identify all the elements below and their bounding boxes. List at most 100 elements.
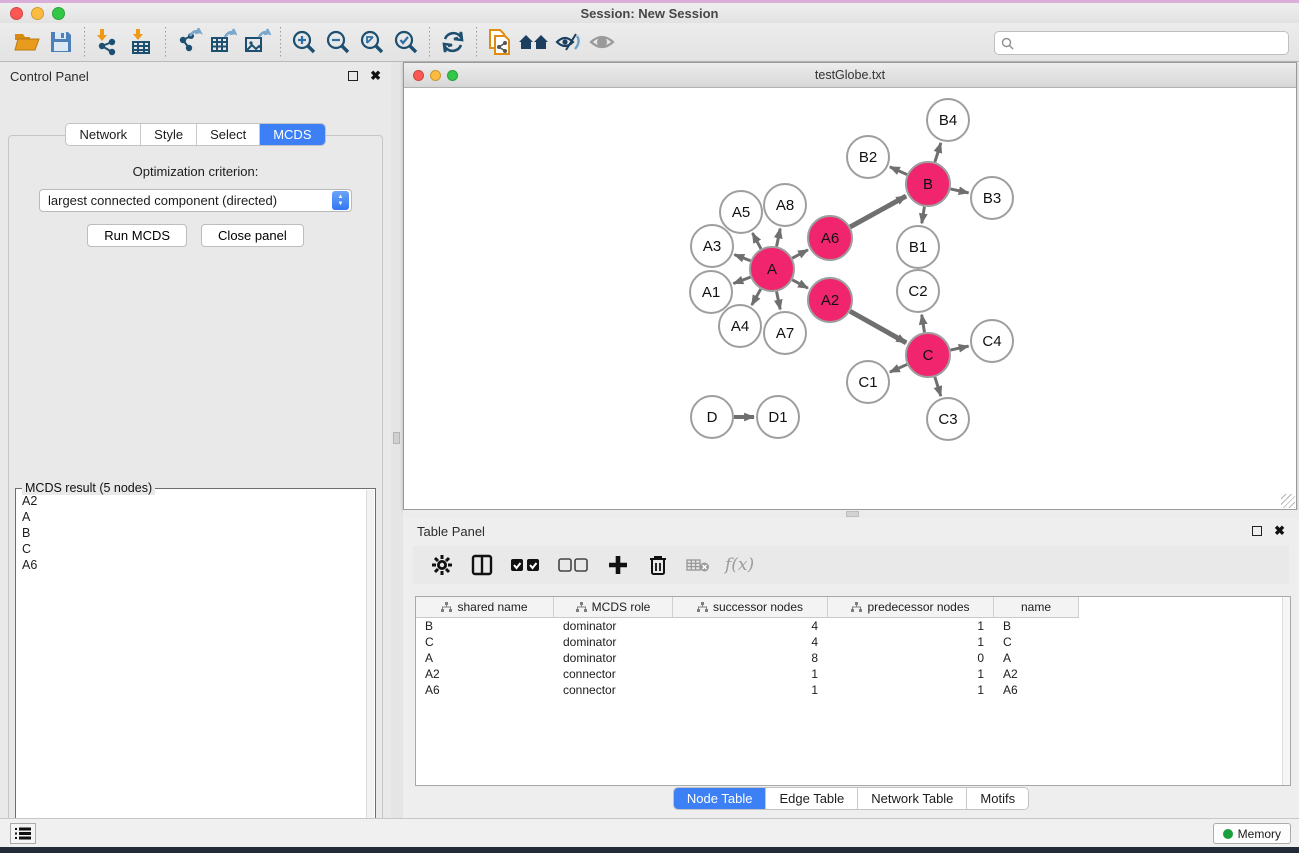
- save-session-icon[interactable]: [44, 26, 78, 58]
- divider-handle[interactable]: [846, 511, 859, 517]
- table-row[interactable]: Bdominator41B: [416, 618, 1079, 634]
- column-header-successor-nodes[interactable]: successor nodes: [673, 597, 828, 617]
- divider-handle[interactable]: [393, 432, 400, 444]
- vertical-split-divider[interactable]: [391, 62, 403, 818]
- run-mcds-button[interactable]: Run MCDS: [87, 224, 187, 247]
- table-scrollbar[interactable]: [1282, 597, 1290, 785]
- deselect-all-icon[interactable]: [557, 552, 591, 578]
- tab-select[interactable]: Select: [197, 124, 260, 145]
- edge-A-A7[interactable]: [777, 292, 781, 310]
- node-table[interactable]: shared nameMCDS rolesuccessor nodesprede…: [415, 596, 1291, 786]
- delete-column-icon[interactable]: [645, 552, 671, 578]
- graph-node-C1[interactable]: C1: [847, 361, 889, 403]
- table-row[interactable]: A2connector11A2: [416, 666, 1079, 682]
- export-network-icon[interactable]: [172, 26, 206, 58]
- edge-B-B4[interactable]: [935, 143, 941, 162]
- column-header-predecessor-nodes[interactable]: predecessor nodes: [828, 597, 994, 617]
- search-field[interactable]: [994, 31, 1289, 55]
- edge-A2-C[interactable]: [850, 311, 906, 343]
- export-image-icon[interactable]: [240, 26, 274, 58]
- graph-node-A1[interactable]: A1: [690, 271, 732, 313]
- edge-C-C2[interactable]: [922, 315, 925, 333]
- home-layout-icon[interactable]: [517, 26, 551, 58]
- mcds-result-item[interactable]: B: [22, 525, 366, 541]
- edge-C-C4[interactable]: [950, 346, 968, 350]
- settings-gear-icon[interactable]: [429, 552, 455, 578]
- mcds-result-item[interactable]: A2: [22, 493, 366, 509]
- function-builder-icon[interactable]: f(x): [725, 555, 754, 575]
- tab-network-table[interactable]: Network Table: [858, 788, 967, 809]
- graph-node-D[interactable]: D: [691, 396, 733, 438]
- graph-node-A4[interactable]: A4: [719, 305, 761, 347]
- tab-mcds[interactable]: MCDS: [260, 124, 324, 145]
- graph-node-A5[interactable]: A5: [720, 191, 762, 233]
- mcds-result-item[interactable]: C: [22, 541, 366, 557]
- graph-node-C[interactable]: C: [906, 333, 950, 377]
- graph-node-A[interactable]: A: [750, 247, 794, 291]
- graph-node-A7[interactable]: A7: [764, 312, 806, 354]
- zoom-in-icon[interactable]: [287, 26, 321, 58]
- delete-table-icon[interactable]: [685, 552, 711, 578]
- clone-network-icon[interactable]: [483, 26, 517, 58]
- graph-node-A2[interactable]: A2: [808, 278, 852, 322]
- edge-A-A5[interactable]: [752, 233, 761, 249]
- criterion-select[interactable]: largest connected component (directed) ▲…: [39, 189, 352, 212]
- network-canvas[interactable]: B4B2BB3B1A5A8A6A3AA1A4A7A2C2C4CC1C3DD1: [404, 88, 1296, 509]
- graph-node-B[interactable]: B: [906, 162, 950, 206]
- table-row[interactable]: Cdominator41C: [416, 634, 1079, 650]
- edge-C-C1[interactable]: [890, 364, 907, 372]
- graph-node-A3[interactable]: A3: [691, 225, 733, 267]
- edge-A-A6[interactable]: [792, 250, 808, 258]
- open-file-icon[interactable]: [10, 26, 44, 58]
- mcds-result-item[interactable]: A6: [22, 557, 366, 573]
- task-history-button[interactable]: [10, 823, 36, 844]
- edge-A-A8[interactable]: [777, 229, 781, 247]
- zoom-fit-icon[interactable]: [355, 26, 389, 58]
- window-resize-grip[interactable]: [1281, 494, 1295, 508]
- add-column-icon[interactable]: [605, 552, 631, 578]
- close-panel-button[interactable]: Close panel: [201, 224, 304, 247]
- edge-A-A2[interactable]: [792, 280, 808, 288]
- horizontal-split-divider[interactable]: [403, 510, 1299, 518]
- column-header-shared-name[interactable]: shared name: [416, 597, 554, 617]
- edge-A-A1[interactable]: [733, 277, 750, 283]
- column-header-MCDS-role[interactable]: MCDS role: [554, 597, 673, 617]
- edge-B-B3[interactable]: [950, 189, 968, 193]
- graph-node-A6[interactable]: A6: [808, 216, 852, 260]
- select-all-icon[interactable]: [509, 552, 543, 578]
- graph-node-B2[interactable]: B2: [847, 136, 889, 178]
- search-input[interactable]: [1018, 36, 1288, 50]
- graph-node-C4[interactable]: C4: [971, 320, 1013, 362]
- float-panel-icon[interactable]: [1252, 526, 1262, 536]
- zoom-selected-icon[interactable]: [389, 26, 423, 58]
- tab-style[interactable]: Style: [141, 124, 197, 145]
- network-graph[interactable]: B4B2BB3B1A5A8A6A3AA1A4A7A2C2C4CC1C3DD1: [404, 88, 1296, 509]
- tab-edge-table[interactable]: Edge Table: [766, 788, 858, 809]
- close-panel-icon[interactable]: ✖: [1274, 523, 1285, 539]
- graph-node-B1[interactable]: B1: [897, 226, 939, 268]
- table-row[interactable]: A6connector11A6: [416, 682, 1079, 698]
- show-column-icon[interactable]: [469, 552, 495, 578]
- tab-network[interactable]: Network: [66, 124, 141, 145]
- show-details-icon[interactable]: [585, 26, 619, 58]
- edge-B-B2[interactable]: [890, 167, 907, 175]
- edge-A-A4[interactable]: [752, 289, 761, 305]
- import-table-icon[interactable]: [125, 26, 159, 58]
- graph-node-C3[interactable]: C3: [927, 398, 969, 440]
- edge-A6-B[interactable]: [850, 196, 906, 227]
- tab-motifs[interactable]: Motifs: [967, 788, 1028, 809]
- column-header-name[interactable]: name: [994, 597, 1079, 617]
- graph-node-D1[interactable]: D1: [757, 396, 799, 438]
- export-table-icon[interactable]: [206, 26, 240, 58]
- zoom-out-icon[interactable]: [321, 26, 355, 58]
- mcds-result-item[interactable]: A: [22, 509, 366, 525]
- table-row[interactable]: Adominator80A: [416, 650, 1079, 666]
- close-panel-icon[interactable]: ✖: [370, 68, 381, 84]
- result-list-scrollbar[interactable]: [366, 490, 374, 819]
- graph-node-A8[interactable]: A8: [764, 184, 806, 226]
- float-panel-icon[interactable]: [348, 71, 358, 81]
- edge-B-B1[interactable]: [922, 207, 925, 224]
- graph-node-B3[interactable]: B3: [971, 177, 1013, 219]
- graph-node-C2[interactable]: C2: [897, 270, 939, 312]
- hide-details-icon[interactable]: [551, 26, 585, 58]
